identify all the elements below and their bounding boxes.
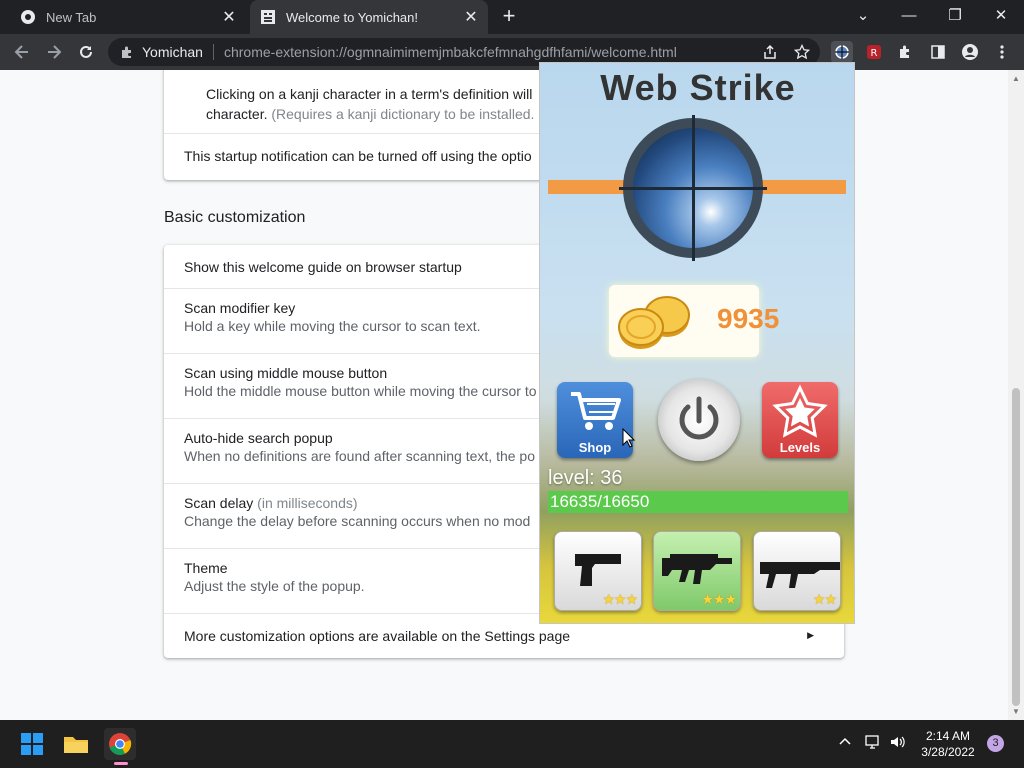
chrome-favicon-icon: [21, 10, 35, 24]
chrome-taskbar-button[interactable]: [104, 728, 136, 760]
tab-search-button[interactable]: ⌄: [840, 0, 886, 30]
web-strike-popup: Web Strike 9935 Shop Levels level: 36 16…: [539, 62, 855, 624]
section-heading: Basic customization: [164, 209, 306, 226]
restore-button[interactable]: ❐: [932, 0, 978, 30]
pistol-icon: [575, 554, 621, 586]
omnibox-divider: [212, 44, 214, 60]
back-icon[interactable]: [10, 40, 34, 64]
weapon-slot-mp5[interactable]: ★★★: [653, 531, 741, 611]
levels-label: Levels: [779, 440, 821, 455]
side-panel-icon[interactable]: [927, 41, 949, 63]
setting-label-text: Scan delay: [184, 495, 254, 511]
forward-icon[interactable]: [42, 40, 66, 64]
reload-icon[interactable]: [74, 40, 98, 64]
power-icon: [679, 396, 719, 440]
taskbar: 2:14 AM 3/28/2022: [0, 720, 1024, 768]
tab-welcome[interactable]: Welcome to Yomichan! ✕: [250, 0, 488, 34]
tab-strip: New Tab ✕ Welcome to Yomichan! ✕ + ⌄ — ❐…: [0, 0, 1024, 34]
menu-icon[interactable]: [991, 41, 1013, 63]
chrome-icon: [109, 733, 132, 755]
svg-text:R: R: [871, 48, 878, 59]
crosshair-vertical: [692, 115, 695, 261]
mouse-cursor-icon: [622, 428, 636, 448]
scroll-thumb[interactable]: [1012, 388, 1020, 706]
yomichan-favicon-icon: [261, 10, 275, 24]
yomichan-icon[interactable]: R: [863, 41, 885, 63]
browser-toolbar: Yomichan chrome-extension://ogmnaimimemj…: [0, 34, 1024, 70]
file-explorer-icon[interactable]: [60, 728, 92, 760]
weapon-stars: ★★: [812, 591, 837, 607]
tab-new-tab[interactable]: New Tab ✕: [8, 0, 246, 34]
network-icon[interactable]: [864, 734, 882, 755]
chevron-up-icon[interactable]: [838, 734, 852, 753]
url-text[interactable]: chrome-extension://ogmnaimimemjmbakcfefm…: [224, 44, 677, 60]
bookmark-star-icon[interactable]: [791, 41, 813, 63]
close-tab-button[interactable]: ✕: [462, 8, 480, 26]
xp-text: 16635/16650: [550, 492, 650, 511]
site-name: Yomichan: [142, 44, 203, 60]
close-window-button[interactable]: ✕: [978, 0, 1024, 30]
tab-title: Welcome to Yomichan!: [286, 9, 418, 25]
close-tab-button[interactable]: ✕: [220, 8, 238, 26]
levels-button[interactable]: Levels: [762, 382, 838, 458]
kanji-feature-text: character.: [206, 106, 268, 122]
submachine-gun-icon: [662, 554, 732, 584]
windows-start-icon[interactable]: [16, 728, 48, 760]
coin-count: 9935: [717, 303, 780, 334]
puzzle-icon[interactable]: [895, 41, 917, 63]
star-icon: [772, 384, 828, 438]
volume-icon[interactable]: [889, 734, 907, 755]
setting-label-unit: (in milliseconds): [257, 495, 358, 511]
clock-time: 2:14 AM: [925, 729, 971, 743]
weapon-stars: ★★★: [701, 591, 737, 607]
kanji-feature-note: (Requires a kanji dictionary to be insta…: [271, 106, 535, 122]
new-tab-button[interactable]: +: [498, 5, 520, 28]
notification-badge[interactable]: 3: [987, 735, 1004, 752]
weapon-slot-pistol[interactable]: ★★★: [554, 531, 642, 611]
share-icon[interactable]: [759, 41, 781, 63]
tab-title: New Tab: [46, 9, 97, 25]
more-options-text: More customization options are available…: [184, 628, 571, 644]
system-clock[interactable]: 2:14 AM 3/28/2022: [916, 728, 980, 760]
power-button[interactable]: [658, 379, 740, 461]
weapon-stars: ★★★: [602, 591, 638, 607]
minimize-button[interactable]: —: [886, 0, 932, 30]
web-strike-icon[interactable]: [831, 41, 853, 63]
weapon-slot-rifle[interactable]: ★★: [753, 531, 841, 611]
caret-right-icon: ▶: [807, 630, 814, 640]
active-app-indicator: [114, 762, 128, 765]
game-title: Web Strike: [600, 67, 796, 108]
scroll-down-arrow-icon[interactable]: ▼: [1012, 707, 1020, 716]
profile-icon[interactable]: [959, 41, 981, 63]
coins-icon: [618, 296, 690, 349]
extension-icon: [122, 46, 131, 58]
coin-panel: 9935: [609, 285, 779, 357]
level-indicator: level: 36: [548, 467, 623, 489]
clock-date: 3/28/2022: [921, 745, 975, 759]
page-scrollbar[interactable]: ▲ ▼: [1008, 70, 1024, 720]
rifle-icon: [760, 562, 840, 588]
page-viewport: Clicking on a kanji character in a term'…: [0, 70, 1008, 720]
scroll-up-arrow-icon[interactable]: ▲: [1012, 74, 1020, 83]
xp-progress-bar: 16635/16650: [548, 491, 848, 513]
